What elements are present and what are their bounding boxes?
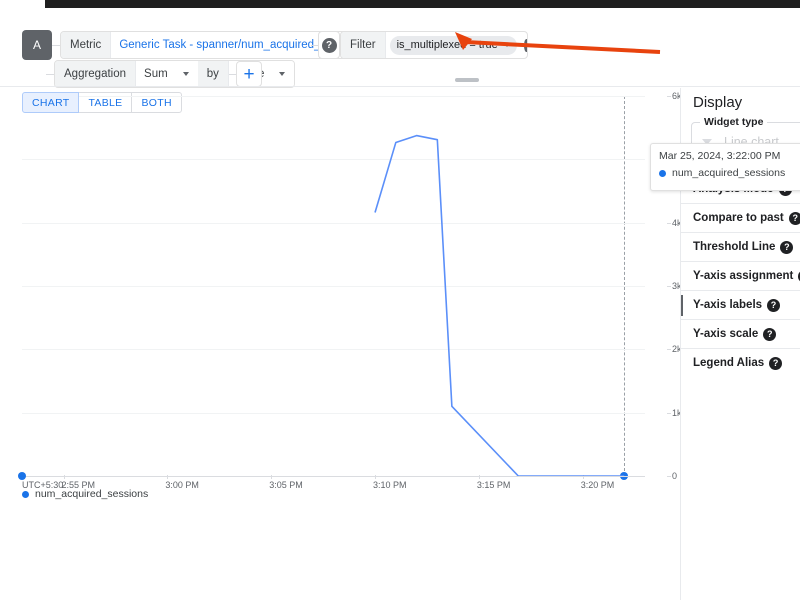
display-option-y-axis-assignment[interactable]: Y-axis assignment? bbox=[681, 261, 800, 290]
tooltip-series-row: num_acquired_sessions - bbox=[659, 167, 800, 179]
help-icon[interactable]: ? bbox=[767, 299, 780, 312]
y-axis-tick-mark bbox=[667, 96, 671, 97]
widget-type-label: Widget type bbox=[700, 116, 767, 128]
y-axis-tick-mark bbox=[667, 349, 671, 350]
dark-header-bar bbox=[45, 0, 800, 8]
display-option-y-axis-labels[interactable]: Y-axis labels? bbox=[681, 290, 800, 319]
filter-label: Filter bbox=[341, 32, 386, 58]
toolbar-divider bbox=[0, 86, 800, 87]
display-option-label: Y-axis assignment bbox=[693, 270, 793, 282]
y-axis-tick-mark bbox=[667, 223, 671, 224]
chart-panel: CHARTTABLEBOTH 6k/s5k/s4k/s3k/s2k/s1k/s0… bbox=[0, 88, 680, 508]
help-icon[interactable]: ? bbox=[789, 212, 800, 225]
display-option-legend-alias[interactable]: Legend Alias? bbox=[681, 348, 800, 377]
x-axis-tick-label: 3:20 PM bbox=[581, 480, 615, 490]
help-icon[interactable]: ? bbox=[780, 241, 793, 254]
chevron-down-icon[interactable] bbox=[504, 43, 510, 47]
by-label: by bbox=[198, 61, 229, 87]
chevron-down-icon[interactable] bbox=[183, 72, 189, 76]
chart-tooltip: Mar 25, 2024, 3:22:00 PM num_acquired_se… bbox=[650, 143, 800, 191]
tooltip-timestamp: Mar 25, 2024, 3:22:00 PM bbox=[659, 150, 800, 162]
query-toolbar: A Metric Generic Task - spanner/num_acqu… bbox=[0, 10, 800, 78]
badge-connector bbox=[52, 45, 60, 46]
display-option-label: Y-axis labels bbox=[693, 299, 762, 311]
display-option-label: Threshold Line bbox=[693, 241, 775, 253]
panel-title: Display bbox=[693, 94, 742, 111]
legend-color-swatch bbox=[22, 491, 29, 498]
aggregation-value[interactable]: Sum bbox=[136, 61, 176, 87]
panel-resize-handle[interactable] bbox=[455, 78, 479, 82]
y-axis-tick-mark bbox=[667, 286, 671, 287]
display-option-y-axis-scale[interactable]: Y-axis scale? bbox=[681, 319, 800, 348]
metric-help-wrapper[interactable]: ? bbox=[318, 31, 340, 59]
x-axis-tick-label: 3:00 PM bbox=[165, 480, 199, 490]
filter-bar[interactable]: Filter is_multiplexed = true × Add filte… bbox=[340, 31, 528, 59]
chevron-down-icon[interactable] bbox=[279, 72, 285, 76]
add-connector bbox=[229, 74, 236, 75]
help-icon[interactable]: ? bbox=[763, 328, 776, 341]
tooltip-series-name: num_acquired_sessions bbox=[672, 167, 785, 179]
filter-chip-text: is_multiplexed = true bbox=[397, 39, 498, 51]
y-axis-tick-mark bbox=[667, 476, 671, 477]
x-axis-line bbox=[22, 476, 645, 477]
legend-label: num_acquired_sessions bbox=[35, 488, 148, 500]
display-option-compare-to-past[interactable]: Compare to past? bbox=[681, 203, 800, 232]
chart-series-layer bbox=[22, 96, 645, 476]
aggregation-connector bbox=[46, 74, 54, 75]
display-option-label: Y-axis scale bbox=[693, 328, 758, 340]
y-axis-zero-marker bbox=[18, 472, 26, 480]
x-axis-tick-label: 3:10 PM bbox=[373, 480, 407, 490]
filter-chip[interactable]: is_multiplexed = true bbox=[390, 36, 517, 55]
chart-legend: num_acquired_sessions bbox=[22, 488, 148, 500]
chart-plot-area[interactable]: 6k/s5k/s4k/s3k/s2k/s1k/s0UTC+5:302:55 PM… bbox=[22, 96, 645, 476]
series-line-num_acquired_sessions bbox=[375, 136, 624, 476]
x-axis-tick-label: 3:05 PM bbox=[269, 480, 303, 490]
x-axis-tick-label: 3:15 PM bbox=[477, 480, 511, 490]
browser-chrome-strip bbox=[0, 0, 800, 10]
help-icon[interactable]: ? bbox=[322, 38, 337, 53]
y-axis-tick-mark bbox=[667, 413, 671, 414]
view-mode-chart-button[interactable]: CHART bbox=[22, 92, 79, 113]
metric-label: Metric bbox=[61, 32, 111, 58]
tooltip-color-swatch bbox=[659, 170, 666, 177]
dark-header-gap bbox=[0, 0, 45, 4]
add-aggregation-button[interactable]: + bbox=[236, 61, 262, 87]
aggregation-label: Aggregation bbox=[55, 61, 136, 87]
display-option-threshold-line[interactable]: Threshold Line? bbox=[681, 232, 800, 261]
metric-help-connector bbox=[311, 45, 318, 46]
y-axis-tick-label: 0 bbox=[672, 471, 677, 481]
close-icon[interactable]: × bbox=[524, 39, 528, 52]
series-badge[interactable]: A bbox=[22, 30, 52, 60]
help-icon[interactable]: ? bbox=[769, 357, 782, 370]
display-option-label: Legend Alias bbox=[693, 357, 764, 369]
display-option-label: Compare to past bbox=[693, 212, 784, 224]
